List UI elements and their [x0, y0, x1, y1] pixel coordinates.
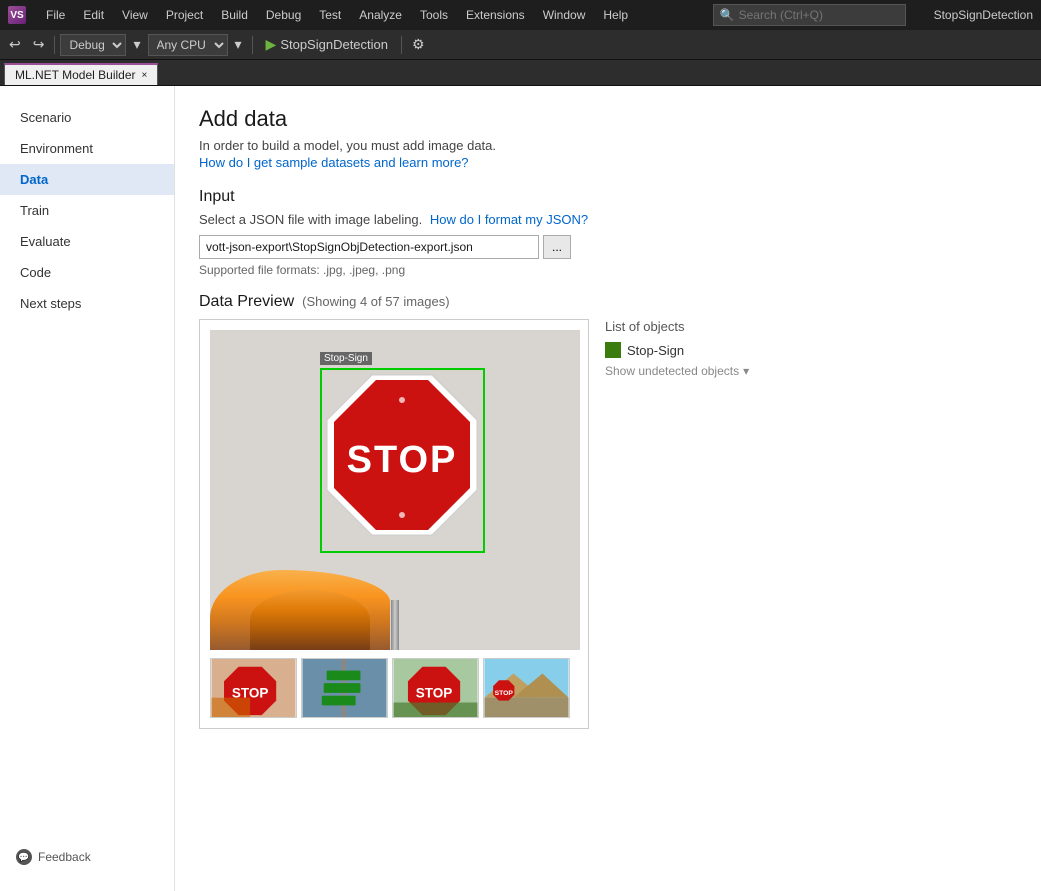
main-container: Scenario Environment Data Train Evaluate…: [0, 86, 1041, 891]
sidebar-item-code[interactable]: Code: [0, 257, 174, 288]
search-icon: 🔍: [720, 8, 735, 22]
sidebar-item-scenario[interactable]: Scenario: [0, 102, 174, 133]
data-preview-count: (Showing 4 of 57 images): [302, 294, 449, 309]
run-button[interactable]: ▶ StopSignDetection: [258, 34, 396, 55]
search-bar[interactable]: 🔍: [713, 4, 906, 26]
config-arrow[interactable]: ▾: [128, 34, 145, 55]
show-undetected-button[interactable]: Show undetected objects ▾: [605, 364, 755, 378]
platform-select[interactable]: Any CPU: [148, 34, 228, 56]
thumb-svg-1: STOP: [211, 659, 296, 717]
menu-help[interactable]: Help: [595, 6, 636, 24]
file-input-row: ...: [199, 235, 1017, 259]
sidebar-item-evaluate[interactable]: Evaluate: [0, 226, 174, 257]
thumbnail-4[interactable]: STOP: [483, 658, 570, 718]
menu-view[interactable]: View: [114, 6, 156, 24]
object-item-stop-sign: Stop-Sign: [605, 342, 755, 358]
menu-bar: File Edit View Project Build Debug Test …: [38, 6, 636, 24]
format-hint: Supported file formats: .jpg, .jpeg, .pn…: [199, 263, 1017, 277]
input-section-desc: Select a JSON file with image labeling. …: [199, 212, 1017, 227]
input-section-title: Input: [199, 188, 1017, 206]
thumbnail-2[interactable]: [301, 658, 388, 718]
feedback-icon: 💬: [16, 849, 32, 865]
objects-panel-title: List of objects: [605, 319, 755, 334]
tab-close-button[interactable]: ×: [142, 70, 148, 81]
toolbar-extra[interactable]: ⚙: [407, 34, 430, 55]
page-subtitle: In order to build a model, you must add …: [199, 138, 1017, 153]
object-label: Stop-Sign: [627, 343, 684, 358]
thumb-svg-2: [302, 659, 387, 717]
app-name: StopSignDetection: [934, 8, 1033, 22]
feedback-button[interactable]: 💬 Feedback: [0, 839, 174, 875]
bbox-label: Stop-Sign: [320, 352, 372, 365]
data-preview-title: Data Preview: [199, 293, 294, 311]
debug-config-select[interactable]: Debug: [60, 34, 126, 56]
sidebar-item-data[interactable]: Data: [0, 164, 174, 195]
menu-debug[interactable]: Debug: [258, 6, 309, 24]
menu-test[interactable]: Test: [311, 6, 349, 24]
main-image[interactable]: Stop-Sign STOP: [210, 330, 580, 650]
platform-arrow[interactable]: ▾: [230, 34, 247, 55]
page-title: Add data: [199, 106, 1017, 132]
feedback-label: Feedback: [38, 850, 91, 864]
menu-build[interactable]: Build: [213, 6, 256, 24]
file-path-input[interactable]: [199, 235, 539, 259]
menu-tools[interactable]: Tools: [412, 6, 456, 24]
learn-more-link[interactable]: How do I get sample datasets and learn m…: [199, 155, 469, 170]
menu-extensions[interactable]: Extensions: [458, 6, 533, 24]
tab-model-builder[interactable]: ML.NET Model Builder ×: [4, 63, 158, 85]
thumbnail-strip: STOP: [210, 658, 578, 718]
menu-analyze[interactable]: Analyze: [351, 6, 410, 24]
thumb-svg-3: STOP: [393, 659, 478, 717]
thumbnail-1[interactable]: STOP: [210, 658, 297, 718]
run-icon: ▶: [266, 36, 277, 53]
bounding-box: Stop-Sign: [320, 368, 485, 553]
image-preview-container: Stop-Sign STOP: [199, 319, 589, 729]
toolbar: ↩ ↪ Debug ▾ Any CPU ▾ ▶ StopSignDetectio…: [0, 30, 1041, 60]
objects-panel: List of objects Stop-Sign Show undetecte…: [605, 319, 755, 378]
content-area: Add data In order to build a model, you …: [175, 86, 1041, 891]
thumb-svg-4: STOP: [484, 659, 569, 717]
svg-text:STOP: STOP: [495, 690, 514, 697]
tab-label: ML.NET Model Builder: [15, 68, 136, 82]
undo-btn[interactable]: ↩: [4, 34, 26, 55]
sep1: [54, 36, 55, 54]
redo-btn[interactable]: ↪: [28, 34, 50, 55]
tab-strip: ML.NET Model Builder ×: [0, 60, 1041, 86]
vs-logo: VS: [8, 6, 26, 24]
menu-project[interactable]: Project: [158, 6, 211, 24]
data-preview-header: Data Preview (Showing 4 of 57 images): [199, 293, 1017, 311]
object-color-swatch: [605, 342, 621, 358]
sep2: [252, 36, 253, 54]
sign-post: [391, 600, 399, 650]
sep3: [401, 36, 402, 54]
trees-right: [250, 590, 370, 650]
svg-text:STOP: STOP: [416, 686, 453, 701]
menu-window[interactable]: Window: [535, 6, 594, 24]
titlebar: VS File Edit View Project Build Debug Te…: [0, 0, 1041, 30]
sidebar-item-environment[interactable]: Environment: [0, 133, 174, 164]
menu-file[interactable]: File: [38, 6, 73, 24]
menu-edit[interactable]: Edit: [75, 6, 112, 24]
chevron-down-icon: ▾: [743, 364, 749, 378]
browse-button[interactable]: ...: [543, 235, 571, 259]
sidebar-item-next-steps[interactable]: Next steps: [0, 288, 174, 319]
preview-area: Stop-Sign STOP: [199, 319, 1017, 729]
thumbnail-3[interactable]: STOP: [392, 658, 479, 718]
run-label: StopSignDetection: [280, 37, 388, 52]
sidebar-item-train[interactable]: Train: [0, 195, 174, 226]
sidebar: Scenario Environment Data Train Evaluate…: [0, 86, 175, 891]
search-input[interactable]: [739, 8, 899, 22]
json-format-link[interactable]: How do I format my JSON?: [430, 212, 588, 227]
